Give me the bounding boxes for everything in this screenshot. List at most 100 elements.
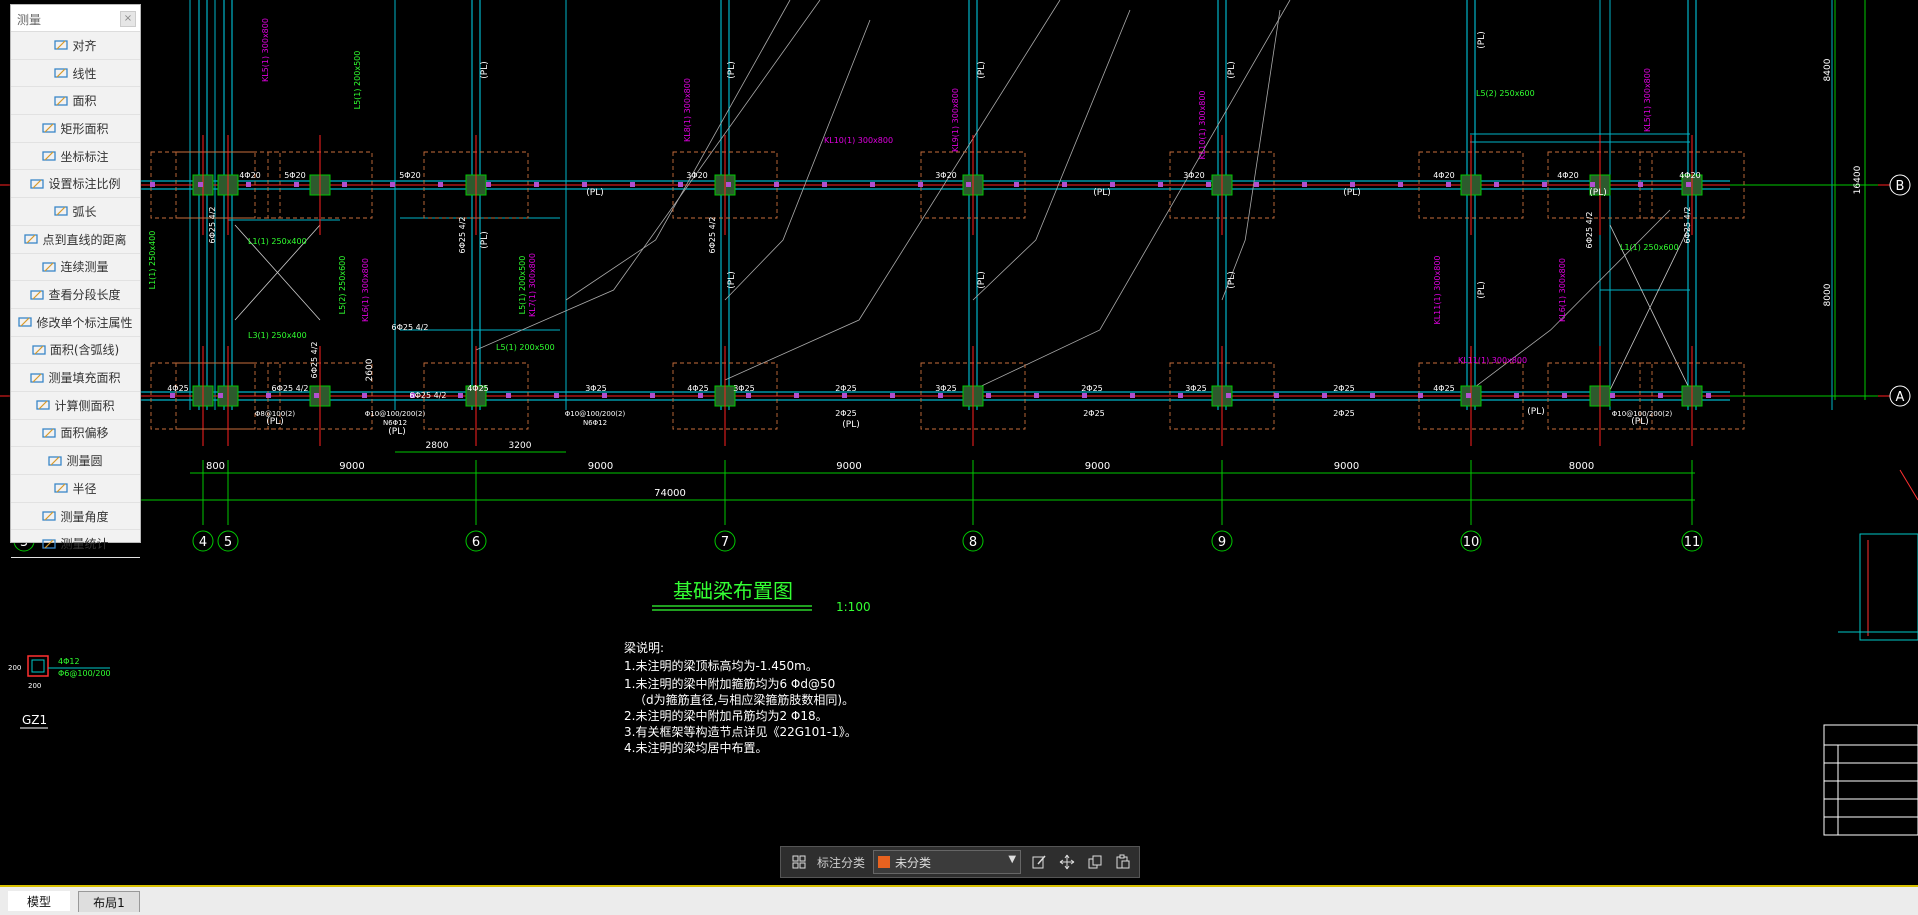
annotation-category-select[interactable]: 未分类 ▼ bbox=[873, 850, 1022, 874]
tab-layout1[interactable]: 布局1 bbox=[78, 891, 140, 912]
fill-area-icon bbox=[30, 371, 45, 385]
paste-icon[interactable] bbox=[1113, 852, 1133, 872]
grid-icon[interactable] bbox=[789, 852, 809, 872]
vertical-rebar-label: 6Φ25 4/2 bbox=[208, 207, 217, 244]
rebar-mark bbox=[1514, 393, 1519, 398]
rebar-mark bbox=[1178, 393, 1183, 398]
rebar-mark bbox=[534, 182, 539, 187]
note-line: （d为箍筋直径,与相应梁箍筋肢数相同)。 bbox=[634, 692, 854, 707]
rebar-mark bbox=[150, 182, 155, 187]
axis-label: 6 bbox=[472, 535, 480, 550]
rebar-mark bbox=[678, 182, 683, 187]
pl-label: (PL) bbox=[727, 61, 737, 78]
bottom-rebar-label: 4Φ25 bbox=[467, 384, 489, 393]
measure-tool-item[interactable]: 半径 bbox=[11, 475, 140, 503]
beam-notes: 梁说明: 1.未注明的梁顶标高均为-1.450m。 1.未注明的梁中附加箍筋均为… bbox=[624, 640, 857, 755]
beam-layer bbox=[0, 0, 1911, 552]
measure-tool-item[interactable]: 矩形面积 bbox=[11, 115, 140, 143]
axis-label: 9 bbox=[1218, 535, 1226, 550]
tab-model[interactable]: 模型 bbox=[8, 891, 70, 911]
bottom-rebar-label: 2Φ25 bbox=[1333, 384, 1355, 393]
drawing-canvas[interactable]: 800 9000 9000 9000 9000 9000 8000 74000 4 5 6 7 8 9 10… bbox=[0, 0, 1918, 913]
stirrup-label: Φ10@100/200(2) bbox=[565, 410, 626, 418]
right-dimension: 16400 bbox=[1853, 165, 1863, 194]
beam-label: L5(1) 200x500 bbox=[353, 51, 362, 110]
measure-panel[interactable]: 测量 × 对齐线性 面积 矩形面积 坐标标注 设置标注比例 弧长 点到直线的距离 连续测量查看… bbox=[10, 4, 141, 559]
rebar-mark bbox=[362, 393, 367, 398]
rebar-mark bbox=[218, 393, 223, 398]
gz1-detail: 4Φ12 Φ6@100/200 200 200 GZ1 bbox=[8, 655, 111, 729]
measure-tool-item[interactable]: 测量填充面积 bbox=[11, 364, 140, 392]
drawing-title: 基础梁布置图 bbox=[673, 579, 793, 603]
top-rebar-label: 5Φ20 bbox=[399, 171, 421, 180]
pl-label: (PL) bbox=[1477, 281, 1487, 298]
pl-label: (PL) bbox=[1477, 31, 1487, 48]
measure-tool-label: 修改单个标注属性 bbox=[36, 315, 133, 330]
measure-tool-item[interactable]: 连续测量 bbox=[11, 254, 140, 282]
gz1-label: GZ1 bbox=[22, 713, 47, 727]
measure-tool-item[interactable]: 线性 bbox=[11, 60, 140, 88]
rebar-mark bbox=[1590, 182, 1595, 187]
bottom-rebar-label: 2Φ25 bbox=[1081, 384, 1103, 393]
gz1-size: 200 bbox=[28, 682, 41, 690]
measure-panel-header[interactable]: 测量 × bbox=[11, 5, 140, 32]
right-dimension: 8400 bbox=[1823, 58, 1833, 81]
beam-label: KL9(1) 300x800 bbox=[951, 88, 960, 152]
copy-icon[interactable] bbox=[1085, 852, 1105, 872]
measure-tool-item[interactable]: 查看分段长度 bbox=[11, 281, 140, 309]
top-rebar-label: 5Φ20 bbox=[284, 171, 306, 180]
measure-tool-item[interactable]: 测量统计 bbox=[11, 530, 140, 559]
measure-tool-label: 查看分段长度 bbox=[48, 288, 121, 303]
bottom-rebar-label: 2Φ25 bbox=[1333, 409, 1355, 418]
top-rebar-label: 4Φ20 bbox=[1679, 171, 1701, 180]
rebar-mark bbox=[390, 182, 395, 187]
span-dimension: 9000 bbox=[1085, 461, 1110, 472]
rebar-mark bbox=[1226, 393, 1231, 398]
note-line: 3.有关框架等构造节点详见《22G101-1》。 bbox=[624, 724, 857, 739]
note-line: 2.未注明的梁中附加吊筋均为2 Φ18。 bbox=[624, 708, 828, 723]
measure-tool-item[interactable]: 坐标标注 bbox=[11, 143, 140, 171]
pl-label: (PL) bbox=[1227, 61, 1237, 78]
pl-label: (PL) bbox=[480, 61, 490, 78]
measure-tool-label: 计算侧面积 bbox=[54, 398, 115, 413]
measure-tool-item[interactable]: 对齐 bbox=[11, 32, 140, 60]
measure-tool-label: 测量统计 bbox=[60, 537, 109, 552]
row-label: A bbox=[1896, 390, 1905, 405]
move-icon[interactable] bbox=[1057, 852, 1077, 872]
beam-label: L5(2) 250x600 bbox=[1476, 89, 1535, 98]
gz1-stirrup: Φ6@100/200 bbox=[58, 669, 111, 678]
span-dimension: 8000 bbox=[1569, 461, 1594, 472]
measure-tool-item[interactable]: 测量圆 bbox=[11, 447, 140, 475]
pl-label: (PL) bbox=[977, 271, 987, 288]
slab-line bbox=[724, 19, 871, 301]
measure-tool-item[interactable]: 计算侧面积 bbox=[11, 392, 140, 420]
pl-label: (PL) bbox=[1589, 188, 1606, 198]
top-rebar-label: 4Φ20 bbox=[1557, 171, 1579, 180]
align-measure-icon bbox=[54, 38, 69, 52]
pl-label: (PL) bbox=[1093, 188, 1110, 198]
close-icon[interactable]: × bbox=[120, 11, 136, 27]
linear-measure-icon bbox=[54, 66, 69, 80]
rebar-mark bbox=[938, 393, 943, 398]
measure-tool-item[interactable]: 设置标注比例 bbox=[11, 170, 140, 199]
measure-tool-item[interactable]: 点到直线的距离 bbox=[11, 226, 140, 254]
measure-tool-item[interactable]: 修改单个标注属性 bbox=[11, 309, 140, 337]
measure-tool-item[interactable]: 弧长 bbox=[11, 198, 140, 226]
measure-tool-item[interactable]: 测量角度 bbox=[11, 503, 140, 531]
rebar-mark bbox=[774, 182, 779, 187]
edit-icon[interactable] bbox=[1029, 852, 1049, 872]
pl-label: (PL) bbox=[266, 417, 283, 427]
measure-tool-label: 对齐 bbox=[72, 38, 97, 53]
measure-tool-item[interactable]: 面积(含弧线) bbox=[11, 337, 140, 365]
rebar-mark bbox=[918, 182, 923, 187]
rebar-mark bbox=[1206, 182, 1211, 187]
rebar-mark bbox=[890, 393, 895, 398]
top-rebar-label: 3Φ20 bbox=[686, 171, 708, 180]
label-layer: 800 9000 9000 9000 9000 9000 8000 74000 4 5 6 7 8 9 10… bbox=[20, 18, 1905, 550]
rebar-mark bbox=[1322, 393, 1327, 398]
rebar-mark bbox=[554, 393, 559, 398]
measure-tool-item[interactable]: 面积 bbox=[11, 87, 140, 116]
rebar-mark bbox=[986, 393, 991, 398]
sub-dimension: 3200 bbox=[509, 441, 532, 451]
measure-tool-item[interactable]: 面积偏移 bbox=[11, 420, 140, 448]
